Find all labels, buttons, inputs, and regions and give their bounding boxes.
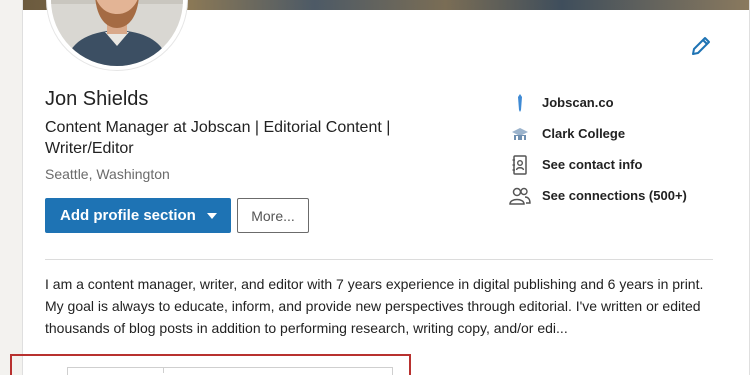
school-icon	[509, 124, 531, 144]
sidebar-item-label: Jobscan.co	[542, 95, 614, 110]
avatar-photo	[51, 0, 183, 66]
more-button-label: More...	[251, 207, 295, 224]
contact-card-icon	[509, 154, 531, 175]
profile-sidebar-links: Jobscan.co Clark College See contact inf…	[509, 87, 687, 211]
profile-summary[interactable]: I am a content manager, writer, and edit…	[45, 273, 725, 339]
pencil-icon	[692, 37, 710, 55]
sidebar-item-current-company[interactable]: Jobscan.co	[509, 87, 687, 118]
sidebar-item-connections[interactable]: See connections (500+)	[509, 180, 687, 211]
profile-location: Seattle, Washington	[45, 166, 170, 182]
edit-profile-button[interactable]	[689, 34, 713, 58]
profile-name: Jon Shields	[45, 88, 149, 110]
add-profile-section-button[interactable]: Add profile section	[45, 198, 231, 233]
sidebar-item-label: See contact info	[542, 157, 643, 172]
sidebar-item-contact-info[interactable]: See contact info	[509, 149, 687, 180]
section-divider	[45, 259, 713, 260]
profile-headline: Content Manager at Jobscan | Editorial C…	[45, 119, 391, 157]
profile-avatar[interactable]	[47, 0, 187, 70]
sidebar-item-label: Clark College	[542, 126, 626, 141]
sidebar-item-education[interactable]: Clark College	[509, 118, 687, 149]
more-button[interactable]: More...	[237, 198, 309, 233]
caret-down-icon	[207, 213, 217, 219]
profile-card: Jon Shields Content Manager at Jobscan |…	[22, 0, 750, 375]
connections-icon	[509, 186, 531, 206]
sidebar-item-label: See connections (500+)	[542, 188, 687, 203]
add-profile-section-label: Add profile section	[60, 207, 196, 224]
highlight-annotation-box	[10, 354, 411, 375]
jobscan-logo-icon	[509, 93, 531, 113]
